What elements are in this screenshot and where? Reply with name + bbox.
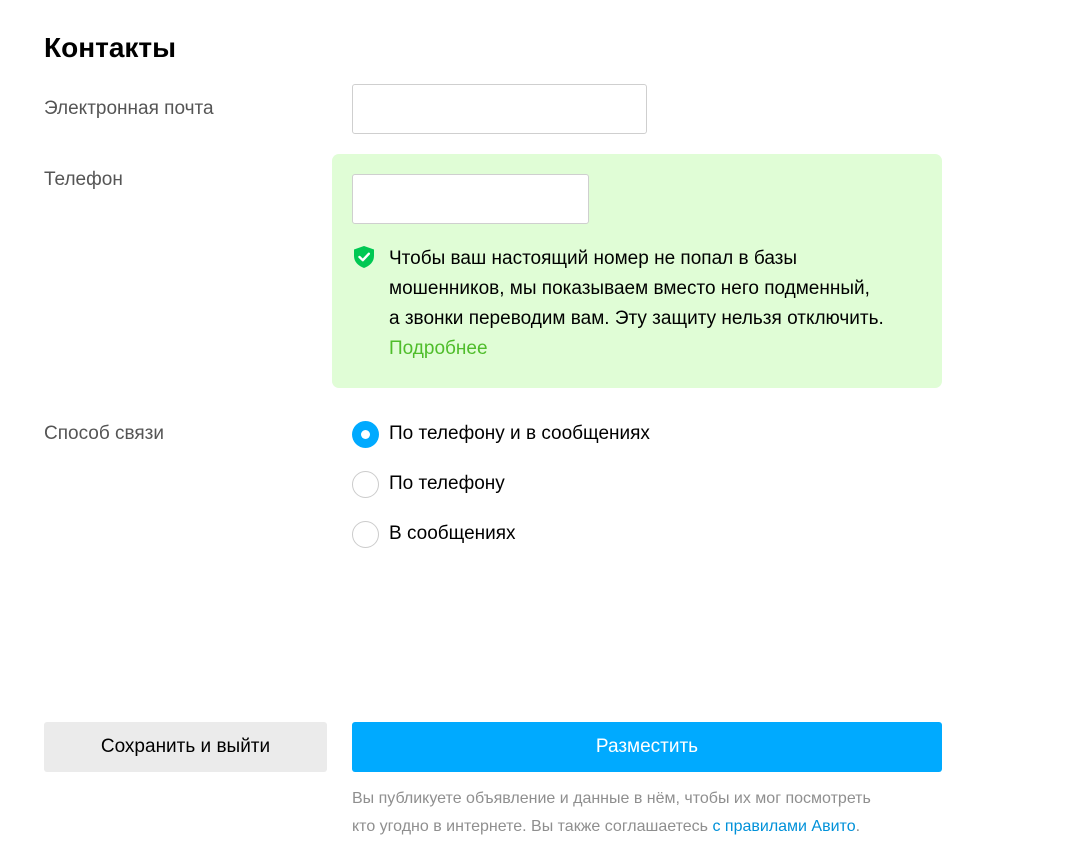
contacts-page: Контакты Электронная почта Телефон Чтобы… — [0, 0, 1069, 859]
phone-notice-text: Чтобы ваш настоящий номер не попал в баз… — [389, 244, 929, 334]
contact-option-messages[interactable]: В сообщениях — [352, 520, 516, 548]
save-and-exit-button[interactable]: Сохранить и выйти — [44, 722, 327, 772]
email-label: Электронная почта — [44, 98, 214, 119]
radio-button[interactable] — [352, 470, 379, 498]
phone-label: Телефон — [44, 169, 123, 190]
section-title: Контакты — [44, 32, 177, 63]
radio-button[interactable] — [352, 520, 379, 548]
radio-label: По телефону — [389, 473, 505, 494]
shield-check-icon — [354, 246, 374, 268]
disclaimer-suffix: . — [855, 818, 861, 835]
phone-field[interactable] — [352, 174, 589, 224]
notice-line: Чтобы ваш настоящий номер не попал в баз… — [389, 248, 798, 269]
disclaimer-text: кто угодно в интернете. Вы также соглаша… — [352, 818, 713, 835]
email-field[interactable] — [352, 84, 647, 134]
avito-rules-link[interactable]: с правилами Авито — [712, 818, 855, 835]
radio-label: По телефону и в сообщениях — [389, 423, 650, 444]
more-info-link[interactable]: Подробнее — [389, 334, 488, 364]
publish-button[interactable]: Разместить — [352, 722, 942, 772]
disclaimer-line: Вы публикуете объявление и данные в нём,… — [352, 790, 871, 807]
disclaimer-line: кто угодно в интернете. Вы также соглаша… — [352, 813, 952, 841]
radio-label: В сообщениях — [389, 523, 516, 544]
publish-disclaimer: Вы публикуете объявление и данные в нём,… — [352, 785, 952, 841]
contact-option-phone-and-messages[interactable]: По телефону и в сообщениях — [352, 420, 650, 448]
radio-button-checked[interactable] — [352, 420, 379, 448]
notice-line: мошенников, мы показываем вместо него по… — [389, 278, 870, 299]
contact-option-phone[interactable]: По телефону — [352, 470, 505, 498]
contact-method-label: Способ связи — [44, 423, 165, 444]
notice-line: а звонки переводим вам. Эту защиту нельз… — [389, 308, 884, 329]
